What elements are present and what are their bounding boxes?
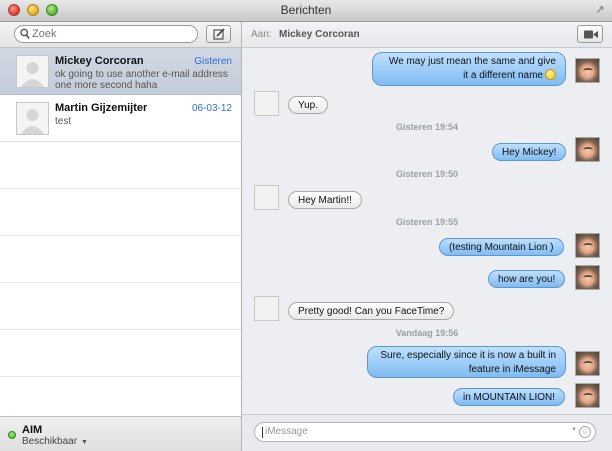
minimize-window-button[interactable] <box>27 4 39 16</box>
search-field[interactable] <box>14 25 198 43</box>
emoji-picker-icon[interactable]: ☺ <box>579 426 591 438</box>
conversation-sidebar: Mickey Corcoran Gisteren ok going to use… <box>0 22 242 451</box>
conversation-item[interactable]: Martin Gijzemijter 06-03-12 test <box>0 95 241 142</box>
message-preview: test <box>55 116 72 127</box>
conversation-item[interactable]: Mickey Corcoran Gisteren ok going to use… <box>0 48 241 95</box>
avatar <box>16 102 49 135</box>
outgoing-message[interactable]: (testing Mountain Lion ) <box>439 238 564 256</box>
account-service: AIM <box>22 424 43 436</box>
message-text: Hey Mickey! <box>502 147 557 158</box>
video-camera-icon <box>584 30 598 39</box>
availability-menu[interactable]: Beschikbaar ▼ <box>22 436 88 447</box>
close-window-button[interactable] <box>8 4 20 16</box>
to-label: Aan: <box>251 29 272 40</box>
incoming-message[interactable]: Hey Martin!! <box>288 191 362 209</box>
message-text: in MOUNTAIN LION! <box>463 392 556 403</box>
chevron-down-icon: ▼ <box>571 427 577 433</box>
message-text: (testing Mountain Lion ) <box>449 242 554 253</box>
timestamp: Gisteren 19:55 <box>395 217 459 227</box>
timestamp: Gisteren 19:50 <box>395 169 459 179</box>
incoming-message[interactable]: Pretty good! Can you FaceTime? <box>288 302 455 320</box>
contact-photo <box>575 233 600 258</box>
contact-name: Martin Gijzemijter <box>55 102 148 114</box>
default-person-icon <box>21 109 44 134</box>
chat-pane: Aan: Mickey Corcoran We may just mean th… <box>242 22 612 451</box>
incoming-message[interactable]: Yup. <box>288 96 329 114</box>
conversation-date: 06-03-12 <box>191 103 232 114</box>
recipient-bar: Aan: Mickey Corcoran <box>242 22 612 48</box>
avatar <box>16 55 49 88</box>
message-preview: ok going to use another e-mail address o… <box>55 69 228 91</box>
outgoing-message[interactable]: Sure, especially since it is now a built… <box>367 346 566 378</box>
title-bar: Berichten ↗ <box>0 0 612 22</box>
new-message-button[interactable] <box>206 25 231 43</box>
outgoing-message[interactable]: We may just mean the same and give it a … <box>372 52 566 86</box>
window-title: Berichten <box>280 3 332 17</box>
message-input-placeholder: iMessage <box>265 426 308 437</box>
outgoing-message[interactable]: Hey Mickey! <box>492 143 567 161</box>
message-text: Pretty good! Can you FaceTime? <box>298 306 445 317</box>
contact-photo <box>575 383 600 408</box>
empty-list-row <box>0 330 241 377</box>
outgoing-message[interactable]: in MOUNTAIN LION! <box>453 388 566 406</box>
recipient-name[interactable]: Mickey Corcoran <box>279 29 360 40</box>
empty-list-row <box>0 283 241 330</box>
zoom-window-button[interactable] <box>46 4 58 16</box>
sender-avatar <box>254 296 279 321</box>
fullscreen-icon[interactable]: ↗ <box>594 4 606 16</box>
conversation-date: Gisteren <box>194 56 232 67</box>
online-status-icon <box>8 431 16 439</box>
text-caret <box>262 427 263 438</box>
default-person-icon <box>21 62 44 87</box>
smile-emoji-icon <box>545 69 556 80</box>
availability-label: Beschikbaar <box>22 436 78 447</box>
compose-icon <box>213 28 225 40</box>
empty-list-row <box>0 142 241 189</box>
search-input[interactable] <box>32 27 192 41</box>
sender-avatar <box>254 91 279 116</box>
sender-avatar <box>254 185 279 210</box>
contact-photo <box>575 137 600 162</box>
message-input[interactable]: iMessage ▼ ☺ <box>254 422 596 442</box>
contact-photo <box>575 351 600 376</box>
contact-photo <box>575 265 600 290</box>
account-status-bar: AIM Beschikbaar ▼ <box>0 416 241 451</box>
message-text: Sure, especially since it is now a built… <box>380 350 556 375</box>
sidebar-toolbar <box>0 22 241 48</box>
timestamp: Gisteren 19:54 <box>395 122 459 132</box>
facetime-button[interactable] <box>577 25 603 43</box>
message-text: Yup. <box>298 100 319 111</box>
compose-bar: iMessage ▼ ☺ <box>242 414 612 451</box>
empty-list-row <box>0 236 241 283</box>
message-transcript: We may just mean the same and give it a … <box>242 48 612 414</box>
messages-window: Berichten ↗ Zoek Mickey Corcoran Gistere… <box>0 0 612 451</box>
search-icon <box>20 28 30 39</box>
message-text: Hey Martin!! <box>298 195 352 206</box>
message-text: how are you! <box>498 274 556 285</box>
chevron-down-icon: ▼ <box>81 439 88 446</box>
outgoing-message[interactable]: how are you! <box>488 270 566 288</box>
message-text: We may just mean the same and give it a … <box>388 56 556 81</box>
contact-name: Mickey Corcoran <box>55 55 144 67</box>
empty-list-row <box>0 189 241 236</box>
timestamp: Vandaag 19:56 <box>395 328 459 338</box>
contact-photo <box>575 58 600 83</box>
